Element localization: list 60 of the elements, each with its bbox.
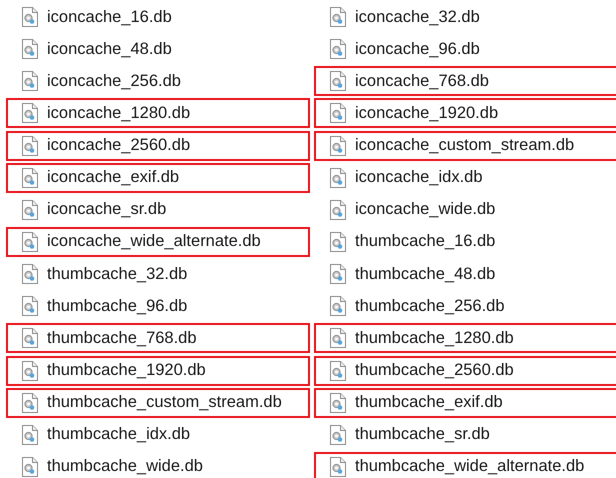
file-settings-icon: [22, 7, 38, 27]
file-item[interactable]: thumbcache_96.db: [6, 291, 310, 322]
file-item[interactable]: thumbcache_sr.db: [314, 420, 616, 450]
file-item[interactable]: iconcache_exif.db: [6, 162, 310, 193]
file-item[interactable]: thumbcache_256.db: [314, 291, 616, 322]
file-settings-icon: [22, 136, 38, 156]
file-item[interactable]: iconcache_48.db: [6, 34, 310, 64]
file-item[interactable]: thumbcache_1280.db: [314, 323, 616, 354]
file-settings-icon: [22, 328, 38, 348]
file-item[interactable]: iconcache_32.db: [314, 2, 616, 32]
file-item[interactable]: thumbcache_48.db: [314, 259, 616, 290]
file-item[interactable]: iconcache_wide_alternate.db: [6, 226, 310, 257]
file-settings-icon: [330, 296, 346, 316]
file-settings-icon: [22, 39, 38, 60]
file-settings-icon: [330, 424, 346, 445]
file-settings-icon: [330, 264, 346, 284]
file-item[interactable]: iconcache_wide.db: [314, 194, 616, 225]
file-item[interactable]: thumbcache_2560.db: [314, 356, 616, 386]
file-settings-icon: [330, 200, 346, 220]
file-settings-icon: [330, 360, 346, 381]
file-item[interactable]: iconcache_256.db: [6, 66, 310, 96]
file-item[interactable]: iconcache_16.db: [6, 2, 310, 32]
file-item[interactable]: iconcache_2560.db: [6, 130, 310, 161]
file-settings-icon: [330, 392, 346, 413]
file-settings-icon: [22, 103, 38, 124]
file-settings-icon: [22, 168, 38, 188]
file-settings-icon: [22, 200, 38, 220]
file-settings-icon: [330, 168, 346, 188]
file-settings-icon: [330, 456, 346, 477]
file-item[interactable]: iconcache_768.db: [314, 66, 616, 96]
file-settings-icon: [330, 103, 346, 124]
file-item[interactable]: iconcache_custom_stream.db: [314, 130, 616, 161]
file-item[interactable]: thumbcache_768.db: [6, 323, 310, 354]
file-item[interactable]: thumbcache_16.db: [314, 226, 616, 257]
file-item[interactable]: iconcache_96.db: [314, 34, 616, 64]
file-settings-icon: [330, 232, 346, 252]
file-settings-icon: [22, 296, 38, 316]
file-settings-icon: [22, 424, 38, 445]
file-settings-icon: [22, 456, 38, 477]
file-item[interactable]: thumbcache_wide.db: [6, 452, 310, 478]
file-item[interactable]: iconcache_1280.db: [6, 98, 310, 128]
file-settings-icon: [22, 264, 38, 284]
file-item[interactable]: thumbcache_32.db: [6, 259, 310, 290]
file-settings-icon: [330, 39, 346, 60]
file-item[interactable]: thumbcache_custom_stream.db: [6, 388, 310, 418]
file-settings-icon: [22, 71, 38, 92]
file-settings-icon: [22, 232, 38, 252]
file-item[interactable]: iconcache_idx.db: [314, 162, 616, 193]
file-settings-icon: [330, 136, 346, 156]
file-settings-icon: [22, 392, 38, 413]
file-item[interactable]: thumbcache_1920.db: [6, 356, 310, 386]
file-item[interactable]: iconcache_sr.db: [6, 194, 310, 225]
file-settings-icon: [330, 71, 346, 92]
file-item[interactable]: thumbcache_exif.db: [314, 388, 616, 418]
file-item[interactable]: thumbcache_wide_alternate.db: [314, 452, 616, 478]
file-item[interactable]: thumbcache_idx.db: [6, 420, 310, 450]
file-settings-icon: [330, 7, 346, 27]
file-item[interactable]: iconcache_1920.db: [314, 98, 616, 128]
file-settings-icon: [22, 360, 38, 381]
file-settings-icon: [330, 328, 346, 348]
